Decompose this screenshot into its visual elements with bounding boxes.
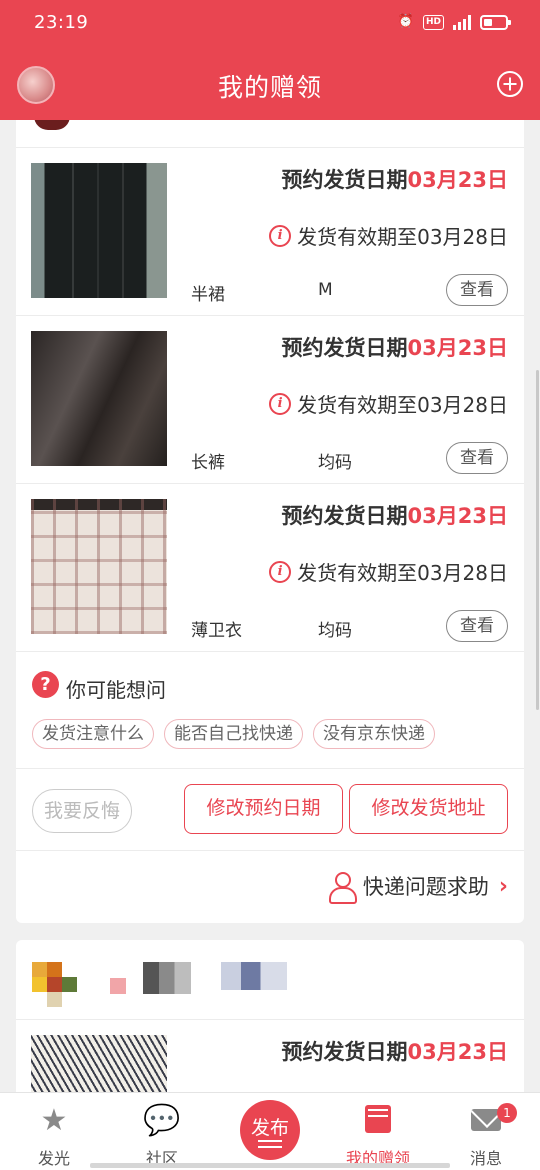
item-name: 长裤 — [191, 453, 225, 473]
status-bar: 23:19 ⏰ HD — [0, 0, 540, 48]
chat-icon: 💬 — [143, 1103, 181, 1138]
seller-name-blurred — [110, 978, 126, 994]
list-item[interactable]: 预约发货日期03月23日 i 发货有效期至03月28日 薄卫衣 均码 查看 — [16, 484, 524, 652]
nav-item-glow[interactable]: ★ 发光 — [0, 1093, 108, 1170]
signal-icon — [453, 14, 471, 30]
gift-icon — [365, 1105, 391, 1133]
valid-period: i 发货有效期至03月28日 — [269, 557, 508, 586]
list-item[interactable]: 预约发货日期03月23日 i 发货有效期至03月28日 长裤 均码 查看 — [16, 316, 524, 484]
nav-item-my-gifts[interactable]: 我的赠领 — [324, 1093, 432, 1170]
delivery-help-label: 快递问题求助 — [362, 875, 489, 899]
valid-period-text: 发货有效期至03月28日 — [297, 225, 508, 249]
question-icon: ? — [32, 671, 59, 698]
item-name: 薄卫衣 — [191, 621, 242, 641]
chevron-right-icon: › — [498, 873, 508, 899]
valid-period-text: 发货有效期至03月28日 — [297, 561, 508, 585]
scrollbar[interactable] — [536, 370, 539, 710]
page-title: 我的赠领 — [217, 73, 322, 102]
unread-badge: 1 — [497, 1103, 517, 1123]
delivery-help-link[interactable]: 快递问题求助 › — [328, 871, 508, 904]
action-row: 我要反悔 修改预约日期 修改发货地址 — [16, 769, 524, 851]
faq-title: 你可能想问 — [66, 678, 166, 702]
ship-date: 预约发货日期03月23日 — [282, 500, 508, 530]
status-time: 23:19 — [34, 12, 89, 33]
valid-period-text: 发货有效期至03月28日 — [297, 393, 508, 417]
delivery-help-row[interactable]: 快递问题求助 › — [16, 851, 524, 923]
menu-lines-icon — [258, 1140, 282, 1148]
seller-name-blurred — [221, 962, 287, 990]
view-button[interactable]: 查看 — [446, 274, 508, 306]
faq-tag[interactable]: 没有京东快递 — [313, 719, 435, 749]
view-button[interactable]: 查看 — [446, 610, 508, 642]
ship-date-value: 03月23日 — [407, 504, 508, 528]
item-size: 均码 — [318, 453, 352, 473]
ship-date-value: 03月23日 — [407, 168, 508, 192]
nav-item-community[interactable]: 💬 社区 — [108, 1093, 216, 1170]
item-thumbnail[interactable] — [31, 499, 167, 634]
ship-date-value: 03月23日 — [407, 336, 508, 360]
person-icon — [328, 872, 357, 904]
list-item[interactable]: 预约发货日期03月23日 i 发货有效期至03月28日 半裙 M 查看 — [16, 148, 524, 316]
seller-row — [16, 940, 524, 1020]
publish-label: 发布 — [250, 1117, 289, 1139]
info-icon: i — [269, 224, 292, 247]
item-thumbnail[interactable] — [31, 163, 167, 298]
ship-date-label: 预约发货日期 — [281, 504, 408, 528]
view-button[interactable]: 查看 — [446, 442, 508, 474]
ship-date-label: 预约发货日期 — [281, 336, 408, 360]
regret-button[interactable]: 我要反悔 — [32, 789, 132, 833]
order-card: 预约发货日期03月23日 i 发货有效期至03月28日 半裙 M 查看 预约发货… — [16, 98, 524, 923]
battery-icon — [480, 14, 511, 30]
item-size: M — [318, 280, 333, 300]
status-icons: ⏰ HD — [397, 13, 511, 31]
ship-date: 预约发货日期03月23日 — [282, 1036, 508, 1066]
item-thumbnail[interactable] — [31, 331, 167, 466]
app-header: 23:19 ⏰ HD 我的赠领 — [0, 0, 540, 120]
add-icon[interactable] — [497, 71, 523, 97]
faq-tag[interactable]: 能否自己找快递 — [164, 719, 303, 749]
ship-date: 预约发货日期03月23日 — [282, 164, 508, 194]
seller-avatar[interactable] — [32, 962, 78, 1008]
nav-item-messages[interactable]: 1 消息 — [432, 1093, 540, 1170]
info-icon: i — [269, 560, 292, 583]
ship-date: 预约发货日期03月23日 — [282, 332, 508, 362]
ship-date-label: 预约发货日期 — [281, 1040, 408, 1064]
ship-date-value: 03月23日 — [407, 1040, 508, 1064]
alarm-icon: ⏰ — [397, 14, 414, 29]
modify-address-button[interactable]: 修改发货地址 — [349, 784, 508, 834]
ship-date-label: 预约发货日期 — [281, 168, 408, 192]
info-icon: i — [269, 392, 292, 415]
valid-period: i 发货有效期至03月28日 — [269, 221, 508, 250]
modify-date-button[interactable]: 修改预约日期 — [184, 784, 343, 834]
star-icon: ★ — [40, 1103, 68, 1138]
hd-icon: HD — [422, 14, 444, 30]
faq-tag[interactable]: 发货注意什么 — [32, 719, 154, 749]
publish-button[interactable]: 发布 — [240, 1100, 300, 1160]
home-indicator[interactable] — [90, 1163, 450, 1168]
seller-name-blurred — [143, 962, 191, 994]
valid-period: i 发货有效期至03月28日 — [269, 389, 508, 418]
faq-section: ? 你可能想问 发货注意什么 能否自己找快递 没有京东快递 — [16, 651, 524, 769]
faq-tags: 发货注意什么 能否自己找快递 没有京东快递 — [32, 719, 435, 749]
item-size: 均码 — [318, 621, 352, 641]
item-name: 半裙 — [191, 285, 225, 305]
